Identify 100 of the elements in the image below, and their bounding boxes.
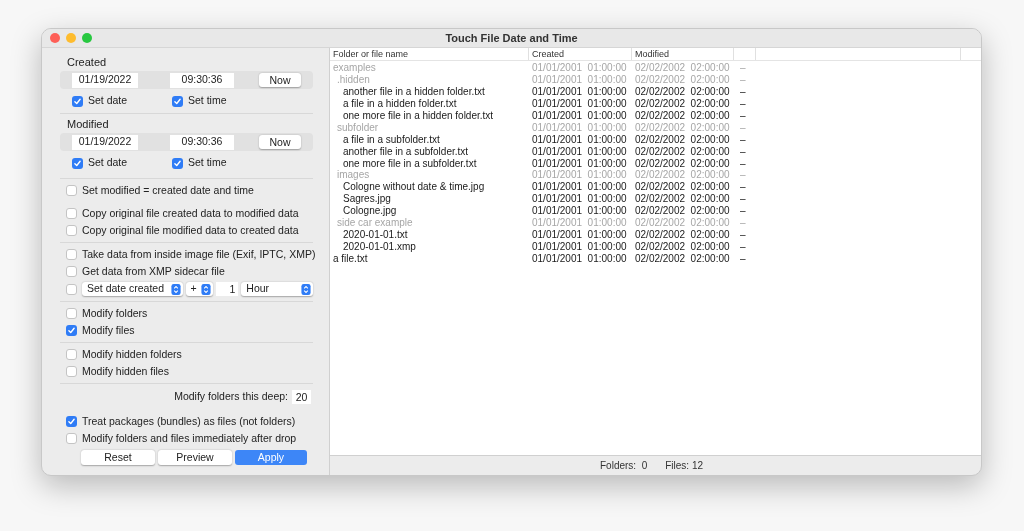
push-button[interactable]: Apply bbox=[235, 450, 307, 465]
checkbox[interactable] bbox=[72, 157, 83, 169]
table-cell-text: 01/01/2001 01:00:00 bbox=[531, 192, 628, 206]
table-cell-text: 01/01/2001 01:00:00 bbox=[531, 144, 628, 159]
checkbox-label: Modify hidden files bbox=[82, 363, 169, 379]
push-button[interactable]: Preview bbox=[158, 450, 232, 465]
table-cell-text: 02/02/2002 02:00:00 bbox=[634, 156, 731, 170]
depth-field[interactable]: 20 bbox=[292, 390, 311, 404]
checkbox[interactable] bbox=[66, 349, 77, 360]
table-cell-text: – bbox=[739, 239, 746, 254]
table-cell-text: – bbox=[739, 251, 746, 266]
table-cell-text: 01/01/2001 01:00:00 bbox=[531, 85, 628, 99]
now-button[interactable]: Now bbox=[259, 73, 301, 87]
column-header[interactable]: Created bbox=[529, 48, 632, 60]
table-cell-text: 02/02/2002 02:00:00 bbox=[634, 168, 731, 182]
table-cell-text: – bbox=[739, 168, 746, 183]
table-cell-text: – bbox=[739, 192, 746, 207]
checkbox[interactable] bbox=[66, 249, 77, 260]
checkbox-label: Get data from XMP sidecar file bbox=[82, 263, 225, 279]
checkbox[interactable] bbox=[66, 366, 77, 377]
window-title: Touch File Date and Time bbox=[445, 30, 578, 46]
table-cell-text: 02/02/2002 02:00:00 bbox=[634, 120, 731, 135]
checkbox[interactable] bbox=[66, 325, 77, 336]
select-dropdown[interactable]: Hour bbox=[241, 282, 313, 296]
table-cell-text: – bbox=[739, 120, 746, 135]
table-cell-text: 01/01/2001 01:00:00 bbox=[531, 132, 628, 147]
table-cell-text: 01/01/2001 01:00:00 bbox=[531, 73, 628, 87]
table-cell-text: 02/02/2002 02:00:00 bbox=[634, 109, 731, 123]
select-dropdown[interactable]: + bbox=[185, 282, 214, 296]
checkbox-label: Treat packages (bundles) as files (not folders) bbox=[82, 413, 296, 429]
checkbox-label: Set time bbox=[188, 155, 227, 171]
checkbox[interactable] bbox=[66, 185, 77, 196]
table-cell-text: 01/01/2001 01:00:00 bbox=[531, 156, 628, 170]
checkbox[interactable] bbox=[66, 308, 77, 319]
checkbox-label: Modify hidden folders bbox=[82, 346, 182, 362]
table-cell-text: 02/02/2002 02:00:00 bbox=[634, 180, 731, 194]
checkbox[interactable] bbox=[172, 95, 183, 107]
checkbox[interactable] bbox=[72, 95, 83, 107]
close-button[interactable] bbox=[50, 33, 60, 43]
time-field[interactable]: 09:30:36 bbox=[170, 72, 234, 88]
table-cell-text: 02/02/2002 02:00:00 bbox=[634, 97, 731, 111]
section-label: Modified bbox=[66, 118, 110, 131]
checkbox-label: Modify folders bbox=[82, 305, 148, 321]
table-cell-text: – bbox=[739, 132, 746, 147]
stepper-icon bbox=[201, 283, 212, 295]
column-header[interactable]: Modified bbox=[632, 48, 734, 60]
table-cell-text: – bbox=[739, 109, 746, 123]
table-cell-text: – bbox=[739, 97, 746, 112]
table-cell-text: 01/01/2001 01:00:00 bbox=[531, 97, 628, 111]
zoom-button[interactable] bbox=[82, 33, 92, 43]
number-field[interactable]: 1 bbox=[216, 282, 239, 296]
table-cell-text: 01/01/2001 01:00:00 bbox=[531, 61, 628, 75]
table-cell-text: 02/02/2002 02:00:00 bbox=[634, 61, 731, 75]
push-button[interactable]: Reset bbox=[81, 450, 155, 465]
table-cell-text: 02/02/2002 02:00:00 bbox=[634, 216, 731, 230]
checkbox-label: Set date bbox=[88, 155, 128, 171]
table-cell-text: 02/02/2002 02:00:00 bbox=[634, 192, 731, 206]
table-cell-text: 02/02/2002 02:00:00 bbox=[634, 251, 731, 266]
checkbox-label: Set time bbox=[188, 93, 227, 109]
files-count: Files: 12 bbox=[665, 459, 704, 473]
checkbox-label: Modify files bbox=[82, 322, 135, 338]
now-button[interactable]: Now bbox=[259, 135, 301, 149]
table-cell-text: 02/02/2002 02:00:00 bbox=[634, 85, 731, 99]
date-field[interactable]: 01/19/2022 bbox=[72, 134, 138, 150]
table-cell-text: 01/01/2001 01:00:00 bbox=[531, 239, 628, 254]
table-cell-text: – bbox=[739, 144, 746, 159]
table-cell-text: – bbox=[739, 85, 746, 100]
checkbox[interactable] bbox=[66, 225, 77, 236]
checkbox-label: Copy original file created data to modified data bbox=[82, 205, 299, 221]
table-cell-text: 02/02/2002 02:00:00 bbox=[634, 204, 731, 218]
field-label: Modify folders this deep: bbox=[174, 389, 288, 405]
table-cell-text: – bbox=[739, 204, 746, 219]
select-dropdown[interactable]: Set date created bbox=[82, 282, 183, 296]
checkbox[interactable] bbox=[66, 266, 77, 277]
time-field[interactable]: 09:30:36 bbox=[170, 134, 234, 150]
table-cell-text: 01/01/2001 01:00:00 bbox=[531, 168, 628, 182]
table-cell-text: 01/01/2001 01:00:00 bbox=[531, 120, 628, 135]
checkbox[interactable] bbox=[66, 433, 77, 444]
column-header[interactable]: Folder or file name bbox=[330, 48, 529, 60]
table-cell-text: – bbox=[739, 61, 746, 76]
checkbox-label: Modify folders and files immediately after drop bbox=[82, 430, 297, 446]
table-cell-text: – bbox=[739, 156, 746, 171]
checkbox-label: Take data from inside image file (Exif, IPTC, XMP) bbox=[82, 246, 316, 262]
table-cell-text: – bbox=[739, 180, 746, 195]
table-cell-text: 01/01/2001 01:00:00 bbox=[531, 204, 628, 218]
checkbox-label: Copy original file modified data to created data bbox=[82, 222, 299, 238]
checkbox-label: Set date bbox=[88, 93, 128, 109]
checkbox[interactable] bbox=[172, 157, 183, 169]
table-cell-text: 01/01/2001 01:00:00 bbox=[531, 109, 628, 123]
table-cell-text: 01/01/2001 01:00:00 bbox=[531, 227, 628, 242]
minimize-button[interactable] bbox=[66, 33, 76, 43]
date-field[interactable]: 01/19/2022 bbox=[72, 72, 138, 88]
checkbox[interactable] bbox=[66, 208, 77, 219]
checkbox[interactable] bbox=[66, 283, 77, 295]
table-cell-text: 01/01/2001 01:00:00 bbox=[531, 180, 628, 194]
table-cell-text: 02/02/2002 02:00:00 bbox=[634, 239, 731, 254]
checkbox-label: Set modified = created date and time bbox=[82, 182, 254, 198]
table-cell-text: 02/02/2002 02:00:00 bbox=[634, 227, 731, 242]
checkbox[interactable] bbox=[66, 416, 77, 427]
table-cell-text: 01/01/2001 01:00:00 bbox=[531, 251, 628, 266]
